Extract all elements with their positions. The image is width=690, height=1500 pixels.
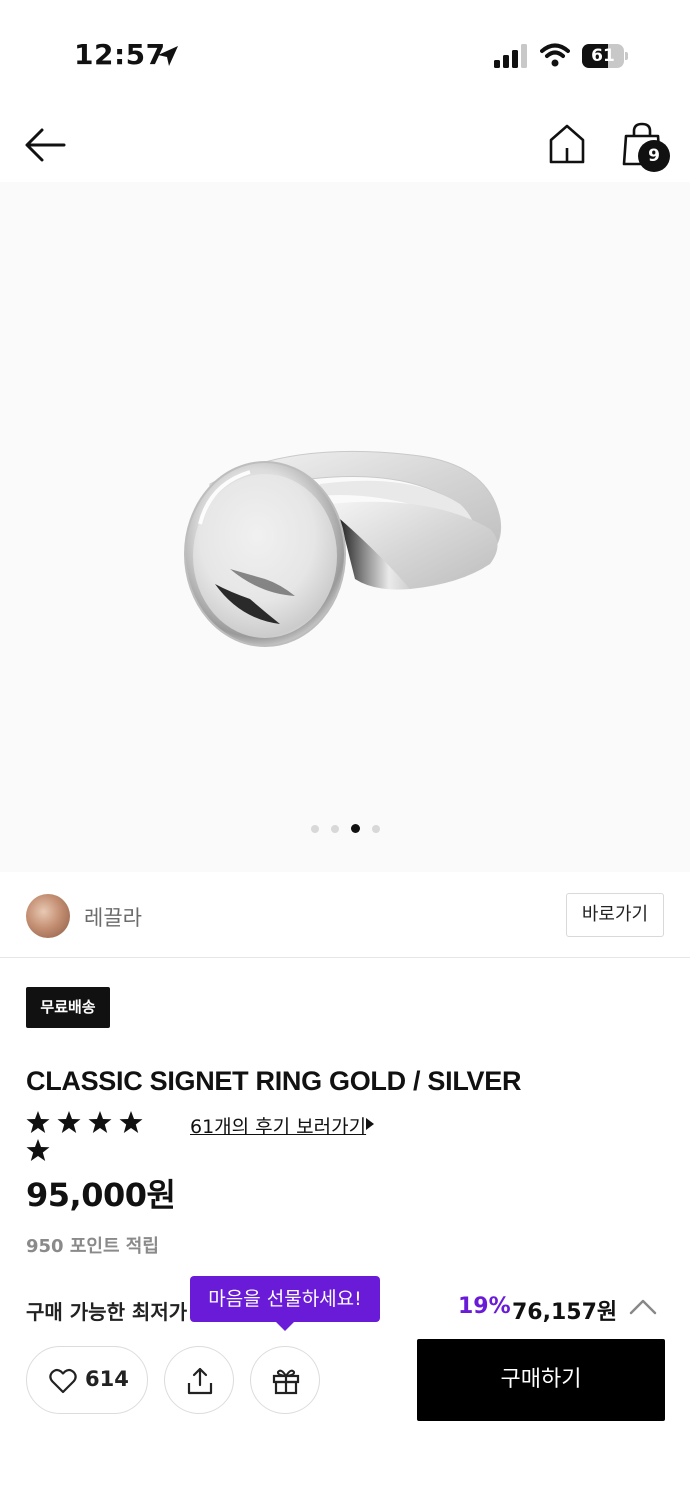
lowest-price-value: 76,157원 xyxy=(512,1300,618,1325)
caret-right-icon[interactable] xyxy=(366,1118,374,1130)
gallery-dot[interactable] xyxy=(371,824,380,833)
rating-row: 61개의 후기 보러가기 xyxy=(26,1110,426,1161)
signal-icon xyxy=(494,44,527,68)
star-icon xyxy=(26,1111,50,1133)
rating-stars xyxy=(26,1110,178,1161)
brand-row: 레끌라 바로가기 xyxy=(0,876,690,958)
free-shipping-badge: 무료배송 xyxy=(26,987,110,1028)
back-arrow-icon[interactable] xyxy=(22,124,68,166)
heart-icon xyxy=(49,1368,77,1394)
reward-points: 950 포인트 적립 xyxy=(26,1236,159,1257)
star-icon xyxy=(88,1111,112,1133)
silver-signet-ring-image xyxy=(184,450,502,647)
star-icon xyxy=(26,1139,50,1161)
lowest-price-label: 구매 가능한 최저가 xyxy=(26,1300,188,1324)
like-count: 614 xyxy=(85,1367,129,1391)
buy-button[interactable]: 구매하기 xyxy=(417,1339,665,1421)
battery-text: 61 xyxy=(591,46,615,66)
like-button[interactable]: 614 xyxy=(26,1346,148,1414)
gift-tooltip-tail xyxy=(276,1322,294,1331)
share-icon xyxy=(187,1367,213,1395)
battery-icon: 61 xyxy=(582,44,628,68)
brand-shop-link-button[interactable]: 바로가기 xyxy=(566,893,664,937)
gallery-dot-active[interactable] xyxy=(350,824,360,833)
product-image-gallery[interactable] xyxy=(0,182,690,872)
product-title: CLASSIC SIGNET RING GOLD / SILVER xyxy=(26,1066,522,1096)
home-icon[interactable] xyxy=(546,122,588,166)
wifi-icon xyxy=(540,43,570,67)
gallery-dot[interactable] xyxy=(330,824,339,833)
gift-tooltip: 마음을 선물하세요! xyxy=(190,1276,380,1322)
star-icon xyxy=(119,1111,143,1133)
review-link[interactable]: 61개의 후기 보러가기 xyxy=(190,1112,366,1139)
lowest-price-discount: 19% xyxy=(458,1294,511,1319)
brand-avatar[interactable] xyxy=(26,894,70,938)
chevron-up-icon[interactable] xyxy=(628,1296,658,1318)
gift-button[interactable] xyxy=(250,1346,320,1414)
share-button[interactable] xyxy=(164,1346,234,1414)
status-time: 12:57 xyxy=(74,38,166,71)
gallery-pagination xyxy=(0,818,690,833)
status-bar: 12:57 61 xyxy=(0,0,690,110)
product-price: 95,000원 xyxy=(26,1176,176,1214)
brand-name[interactable]: 레끌라 xyxy=(84,902,142,932)
gallery-dot[interactable] xyxy=(310,824,319,833)
gift-icon xyxy=(272,1369,300,1395)
location-arrow-icon xyxy=(158,46,178,66)
cart-count-badge: 9 xyxy=(638,140,670,172)
star-icon xyxy=(57,1111,81,1133)
